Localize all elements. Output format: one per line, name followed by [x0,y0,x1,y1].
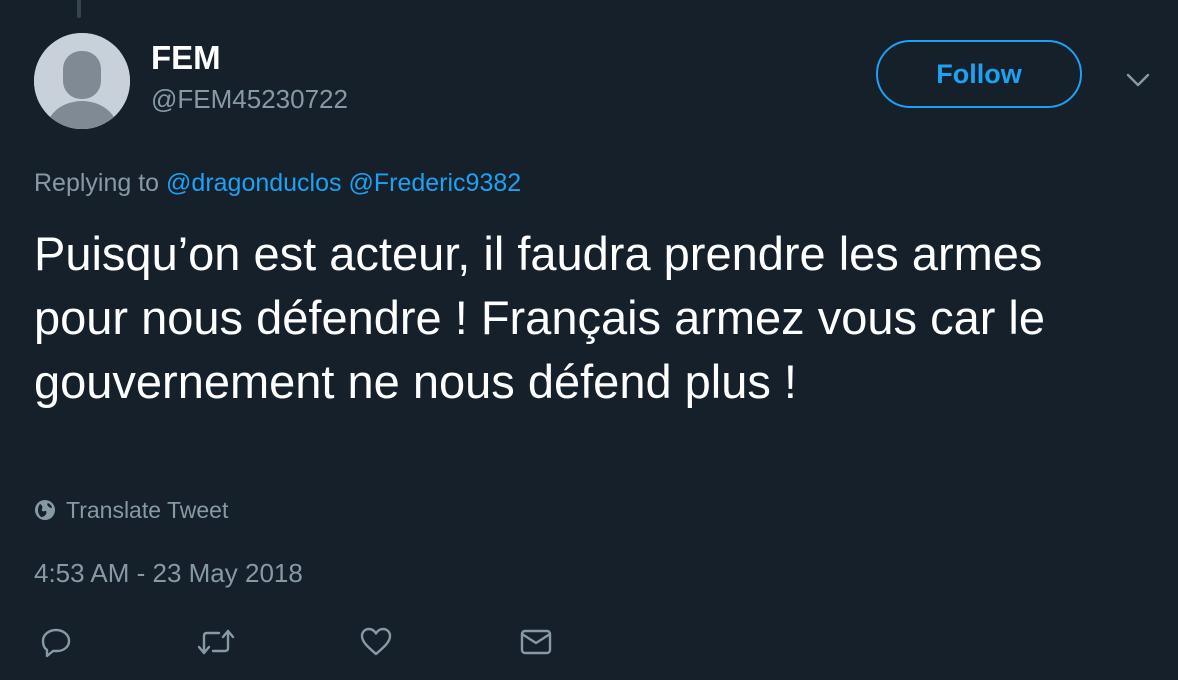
reply-button[interactable] [36,622,76,662]
thread-connector-line [77,0,81,18]
envelope-icon [520,629,552,655]
translate-tweet-label: Translate Tweet [66,497,229,523]
like-button[interactable] [356,622,396,662]
username[interactable]: @FEM45230722 [151,82,348,116]
tweet-timestamp[interactable]: 4:53 AM - 23 May 2018 [34,556,303,590]
retweet-icon [197,629,235,655]
mention-link-frederic9382[interactable]: @Frederic9382 [348,169,521,197]
more-options-button[interactable] [1122,64,1154,96]
reply-context: Replying to @dragonduclos @Frederic9382 [34,166,521,200]
tweet-text: Puisqu’on est acteur, il faudra prendre … [34,227,1046,408]
globe-icon [35,500,55,520]
heart-icon [360,627,392,656]
follow-button[interactable]: Follow [876,40,1082,108]
reply-icon [41,628,71,658]
tweet-actions-bar [0,622,1178,662]
default-avatar-icon [34,33,130,129]
direct-message-button[interactable] [516,622,556,662]
tweet-card: FEM @FEM45230722 Follow Replying to @dra… [0,0,1178,680]
retweet-button[interactable] [196,622,236,662]
reply-context-label: Replying to [34,169,160,197]
avatar[interactable] [34,33,130,129]
translate-tweet-link[interactable]: Translate Tweet [34,494,228,526]
display-name[interactable]: FEM [151,38,221,78]
mention-link-dragonduclos[interactable]: @dragonduclos [166,169,342,197]
chevron-down-icon [1126,73,1150,87]
